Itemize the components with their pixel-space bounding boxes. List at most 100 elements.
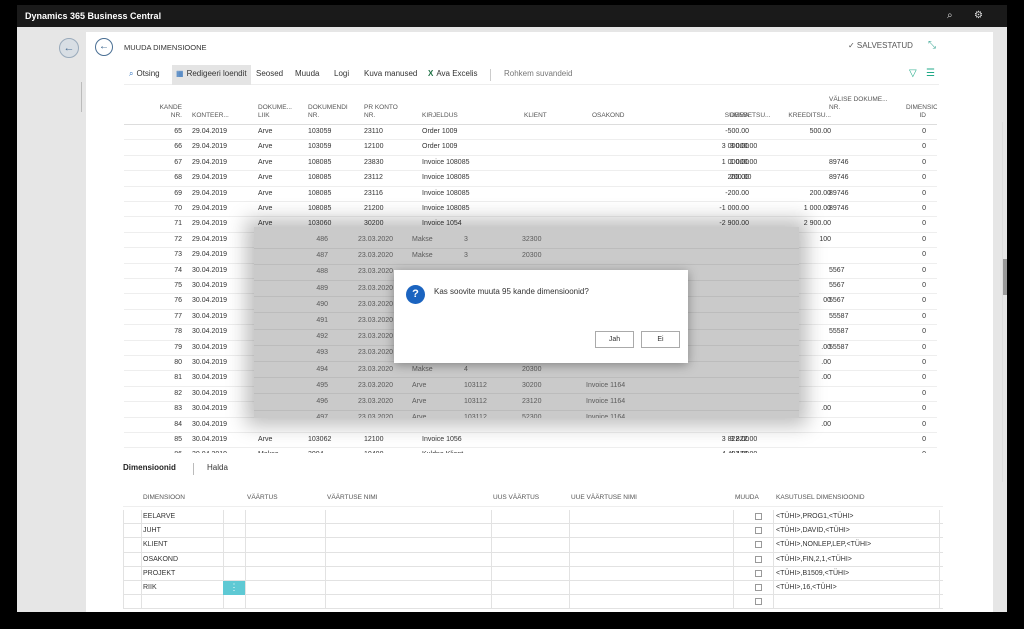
dimensions-header: DIMENSIOON VÄÄRTUS VÄÄRTUSE NIMI UUS VÄÄRTU… [123, 488, 943, 507]
table-row[interactable]: 65 29.04.2019 Arve 103059 23110 Order 1009 -50… [124, 125, 937, 141]
column-header-klient[interactable]: KLIENT [524, 112, 564, 120]
dimension-row[interactable]: OSAKOND <TÜHI>,FIN,2,1,<TÜHI> [123, 552, 943, 567]
log-action[interactable]: Logi [334, 69, 349, 78]
cell-valise-dokumendi-nr: 55587 [829, 343, 849, 351]
column-header-uus-vaartus[interactable]: UUS VÄÄRTUS [493, 494, 539, 501]
modify-checkbox[interactable] [755, 527, 762, 535]
cell-konteerimiskuupaev: 30.04.2019 [192, 359, 228, 366]
column-header-dimensiooni-id[interactable]: DIMENSIO...ID [906, 104, 937, 120]
divider [325, 524, 326, 539]
table-row[interactable]: 84 30.04.2019 .00 0 [124, 418, 937, 433]
divider [141, 510, 142, 525]
column-header-vaartus[interactable]: VÄÄRTUS [247, 494, 278, 501]
tab-dimensions[interactable]: Dimensioonid [123, 463, 176, 472]
divider [569, 510, 570, 525]
open-in-excel-action[interactable]: X Ava Excelis [428, 69, 478, 78]
table-row[interactable]: 85 30.04.2019 Arve 103062 12100 Invoice 1056 3… [124, 433, 937, 449]
scrollbar-thumb[interactable] [1003, 259, 1007, 295]
modify-checkbox[interactable] [755, 513, 762, 520]
list-view-icon[interactable]: ☰ [926, 68, 935, 79]
dimension-row[interactable]: KLIENT <TÜHI>,NONLEP,LEP,<TÜHI> [123, 538, 943, 553]
cell-kreeditsumma: 500.00 [809, 128, 831, 135]
cell-konteerimiskuupaev: 30.04.2019 [192, 297, 228, 305]
column-header-dokumendi-liik[interactable]: DOKUME... LIIK [258, 104, 303, 120]
dimension-row[interactable]: RIIK <TÜHI>,16,<TÜHI> ⋮ [123, 581, 943, 596]
cell-dokumendi-liik: Arve [258, 158, 273, 166]
dimension-row[interactable]: PROJEKT <TÜHI>,B1509,<TÜHI> [123, 566, 943, 581]
related-action[interactable]: Seosed [256, 69, 283, 78]
modify-checkbox[interactable] [755, 584, 762, 591]
dialog-message: Kas soovite muuta 95 kande dimensioonid? [434, 287, 589, 296]
cell-dokumendi-liik: Arve [258, 205, 273, 212]
column-header-dimensioon[interactable]: DIMENSIOON [143, 494, 185, 501]
column-header-pr-konto-nr[interactable]: PR KONTO NR. [364, 104, 409, 120]
table-row[interactable]: 67 29.04.2019 Arve 108085 23830 Invoice 10808… [124, 156, 937, 172]
table-row[interactable]: 86 30.04.2019 Makse 3004 10400 Kuldne Klient 4… [124, 448, 937, 453]
cell-valise-dokumendi-nr: 89746 [829, 205, 849, 212]
page-title: MUUDA DIMENSIOONE [124, 43, 207, 52]
cell-konteerimiskuupaev: 30.04.2019 [192, 374, 228, 382]
column-header-line2: NR. [364, 112, 376, 119]
column-header-kasutusel-dimensioonid[interactable]: KASUTUSEL DIMENSIOONID [776, 494, 865, 501]
edit-list-icon: ▦ [176, 69, 184, 78]
divider [223, 510, 224, 525]
modify-checkbox[interactable] [755, 598, 762, 606]
cell-dimensiooni-id: 0 [922, 282, 926, 289]
edit-list-action[interactable]: ▦ Redigeeri loendit [172, 65, 251, 85]
divider [939, 524, 940, 539]
row-menu-icon[interactable]: ⋮ [223, 581, 245, 595]
dimension-row[interactable] [123, 595, 943, 610]
show-attachments-action[interactable]: Kuva manused [364, 69, 417, 78]
cell-kande-nr: 65 [174, 128, 182, 135]
table-row[interactable]: 68 29.04.2019 Arve 108085 23112 Invoice 10808… [124, 171, 937, 187]
modify-checkbox[interactable] [755, 541, 762, 549]
cell-dokumendi-liik: Arve [258, 128, 273, 135]
cell-dimensiooni-id: 0 [922, 436, 926, 443]
column-header-vaartuse-nimi[interactable]: VÄÄRTUSE NIMI [327, 494, 377, 501]
column-header-kande-nr[interactable]: KANDE NR. [124, 104, 182, 120]
filter-icon[interactable]: ▽ [909, 68, 917, 79]
divider [141, 524, 142, 539]
yes-button[interactable]: Jah [595, 331, 634, 348]
cell-dokumendi-liik: Arve [258, 436, 273, 443]
search-action[interactable]: ⌕ Otsing [129, 69, 160, 79]
column-header-muuda[interactable]: MUUDA [735, 494, 759, 501]
cell-pr-konto-nr: 10400 [364, 451, 409, 453]
column-header-valise-dokumendi-nr[interactable]: VÄLISE DOKUME... NR. [829, 96, 889, 112]
edit-list-label: Redigeeri loendit [186, 69, 247, 78]
column-header-dokumendi-nr[interactable]: DOKUMENDI NR. [308, 104, 358, 120]
divider [569, 566, 570, 581]
cell-dokumendi-liik: Arve [258, 189, 273, 197]
gear-icon[interactable]: ⚙ [974, 10, 983, 21]
column-header-line2: KONTEER... [192, 112, 229, 119]
divider [223, 538, 224, 553]
table-row[interactable]: 66 29.04.2019 Arve 103059 12100 Order 1009 3 0… [124, 140, 937, 156]
modify-checkbox[interactable] [755, 555, 762, 563]
table-row[interactable]: 70 29.04.2019 Arve 108085 21200 Invoice 10808… [124, 202, 937, 218]
search-icon[interactable]: ⌕ [947, 10, 953, 21]
column-header-osakond[interactable]: OSAKOND [592, 112, 642, 120]
divider [141, 566, 142, 581]
cell-dimensiooni-id: 0 [906, 451, 926, 453]
column-header-uue-vaartuse-nimi[interactable]: UUE VÄÄRTUSE NIMI [571, 494, 637, 501]
table-row[interactable]: 69 29.04.2019 Arve 108085 23116 Invoice 10808… [124, 187, 937, 202]
column-header-kirjeldus[interactable]: KIRJELDUS [422, 112, 512, 120]
column-header-kreeditsumma[interactable]: KREEDITSU... [786, 112, 831, 120]
dimension-row[interactable]: JUHT <TÜHI>,DAVID,<TÜHI> [123, 524, 943, 539]
divider [569, 552, 570, 567]
outer-back-icon[interactable]: ← [59, 38, 79, 58]
tab-manage[interactable]: Halda [207, 463, 228, 472]
modify-checkbox[interactable] [755, 569, 762, 577]
column-header-deebetsumma[interactable]: DEEBETSU... [730, 112, 778, 120]
divider [245, 524, 246, 539]
dimension-name: KLIENT [143, 541, 168, 549]
divider [141, 552, 142, 567]
more-options-action[interactable]: Rohkem suvandeid [504, 69, 572, 78]
collapse-icon[interactable]: ⤡ [928, 40, 936, 51]
no-button[interactable]: Ei [641, 331, 680, 348]
modify-action[interactable]: Muuda [295, 69, 319, 78]
back-arrow-icon[interactable]: ← [95, 38, 113, 56]
dimension-row[interactable]: EELARVE <TÜHI>,PROG1,<TÜHI> [123, 510, 943, 525]
divider [773, 581, 774, 596]
column-header-konteerimiskuupaev[interactable]: KONTEER... [192, 112, 247, 120]
